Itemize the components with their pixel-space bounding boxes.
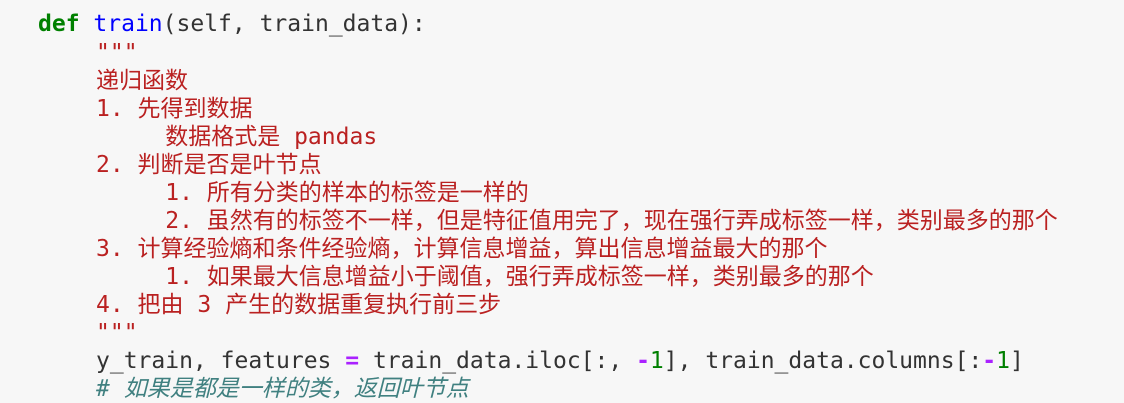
minus-operator: - <box>636 348 650 374</box>
docstring-line: 3. 计算经验熵和条件经验熵，计算信息增益，算出信息增益最大的那个 <box>96 236 828 262</box>
docstring-line: 1. 所有分类的样本的标签是一样的 <box>96 180 529 206</box>
docstring-close: """ <box>96 320 138 346</box>
docstring-open: """ <box>96 40 138 66</box>
keyword-def: def <box>38 11 80 37</box>
docstring-line: 1. 先得到数据 <box>96 96 253 122</box>
minus-operator: - <box>982 348 997 374</box>
assign-operator: = <box>345 348 360 374</box>
code-cell[interactable]: def train(self, train_data): """ 递归函数 1.… <box>0 0 1124 402</box>
assign-part3: ] <box>1010 348 1024 374</box>
code-line-def: def train(self, train_data): <box>38 10 426 38</box>
function-name: train <box>93 11 163 37</box>
assign-lhs: y_train, features <box>96 348 346 374</box>
code-comment: # 如果是都是一样的类，返回叶节点 <box>96 376 469 402</box>
docstring-line: 递归函数 <box>96 68 188 94</box>
docstring-line: 4. 把由 3 产生的数据重复执行前三步 <box>96 292 502 318</box>
docstring-line: 2. 虽然有的标签不一样，但是特征值用完了，现在强行弄成标签一样，类别最多的那个 <box>96 208 1058 234</box>
assign-part2: ], train_data.columns[: <box>663 348 983 374</box>
code-line-assign: y_train, features = train_data.iloc[:, -… <box>96 347 1024 375</box>
docstring-line: 2. 判断是否是叶节点 <box>96 152 322 178</box>
assign-part1: train_data.iloc[:, <box>359 348 637 374</box>
docstring-line: 1. 如果最大信息增益小于阈值，强行弄成标签一样，类别最多的那个 <box>96 264 874 290</box>
number-literal: 1 <box>649 348 664 374</box>
number-literal: 1 <box>996 348 1010 374</box>
function-signature: (self, train_data): <box>162 11 426 37</box>
docstring-line: 数据格式是 pandas <box>96 124 378 150</box>
